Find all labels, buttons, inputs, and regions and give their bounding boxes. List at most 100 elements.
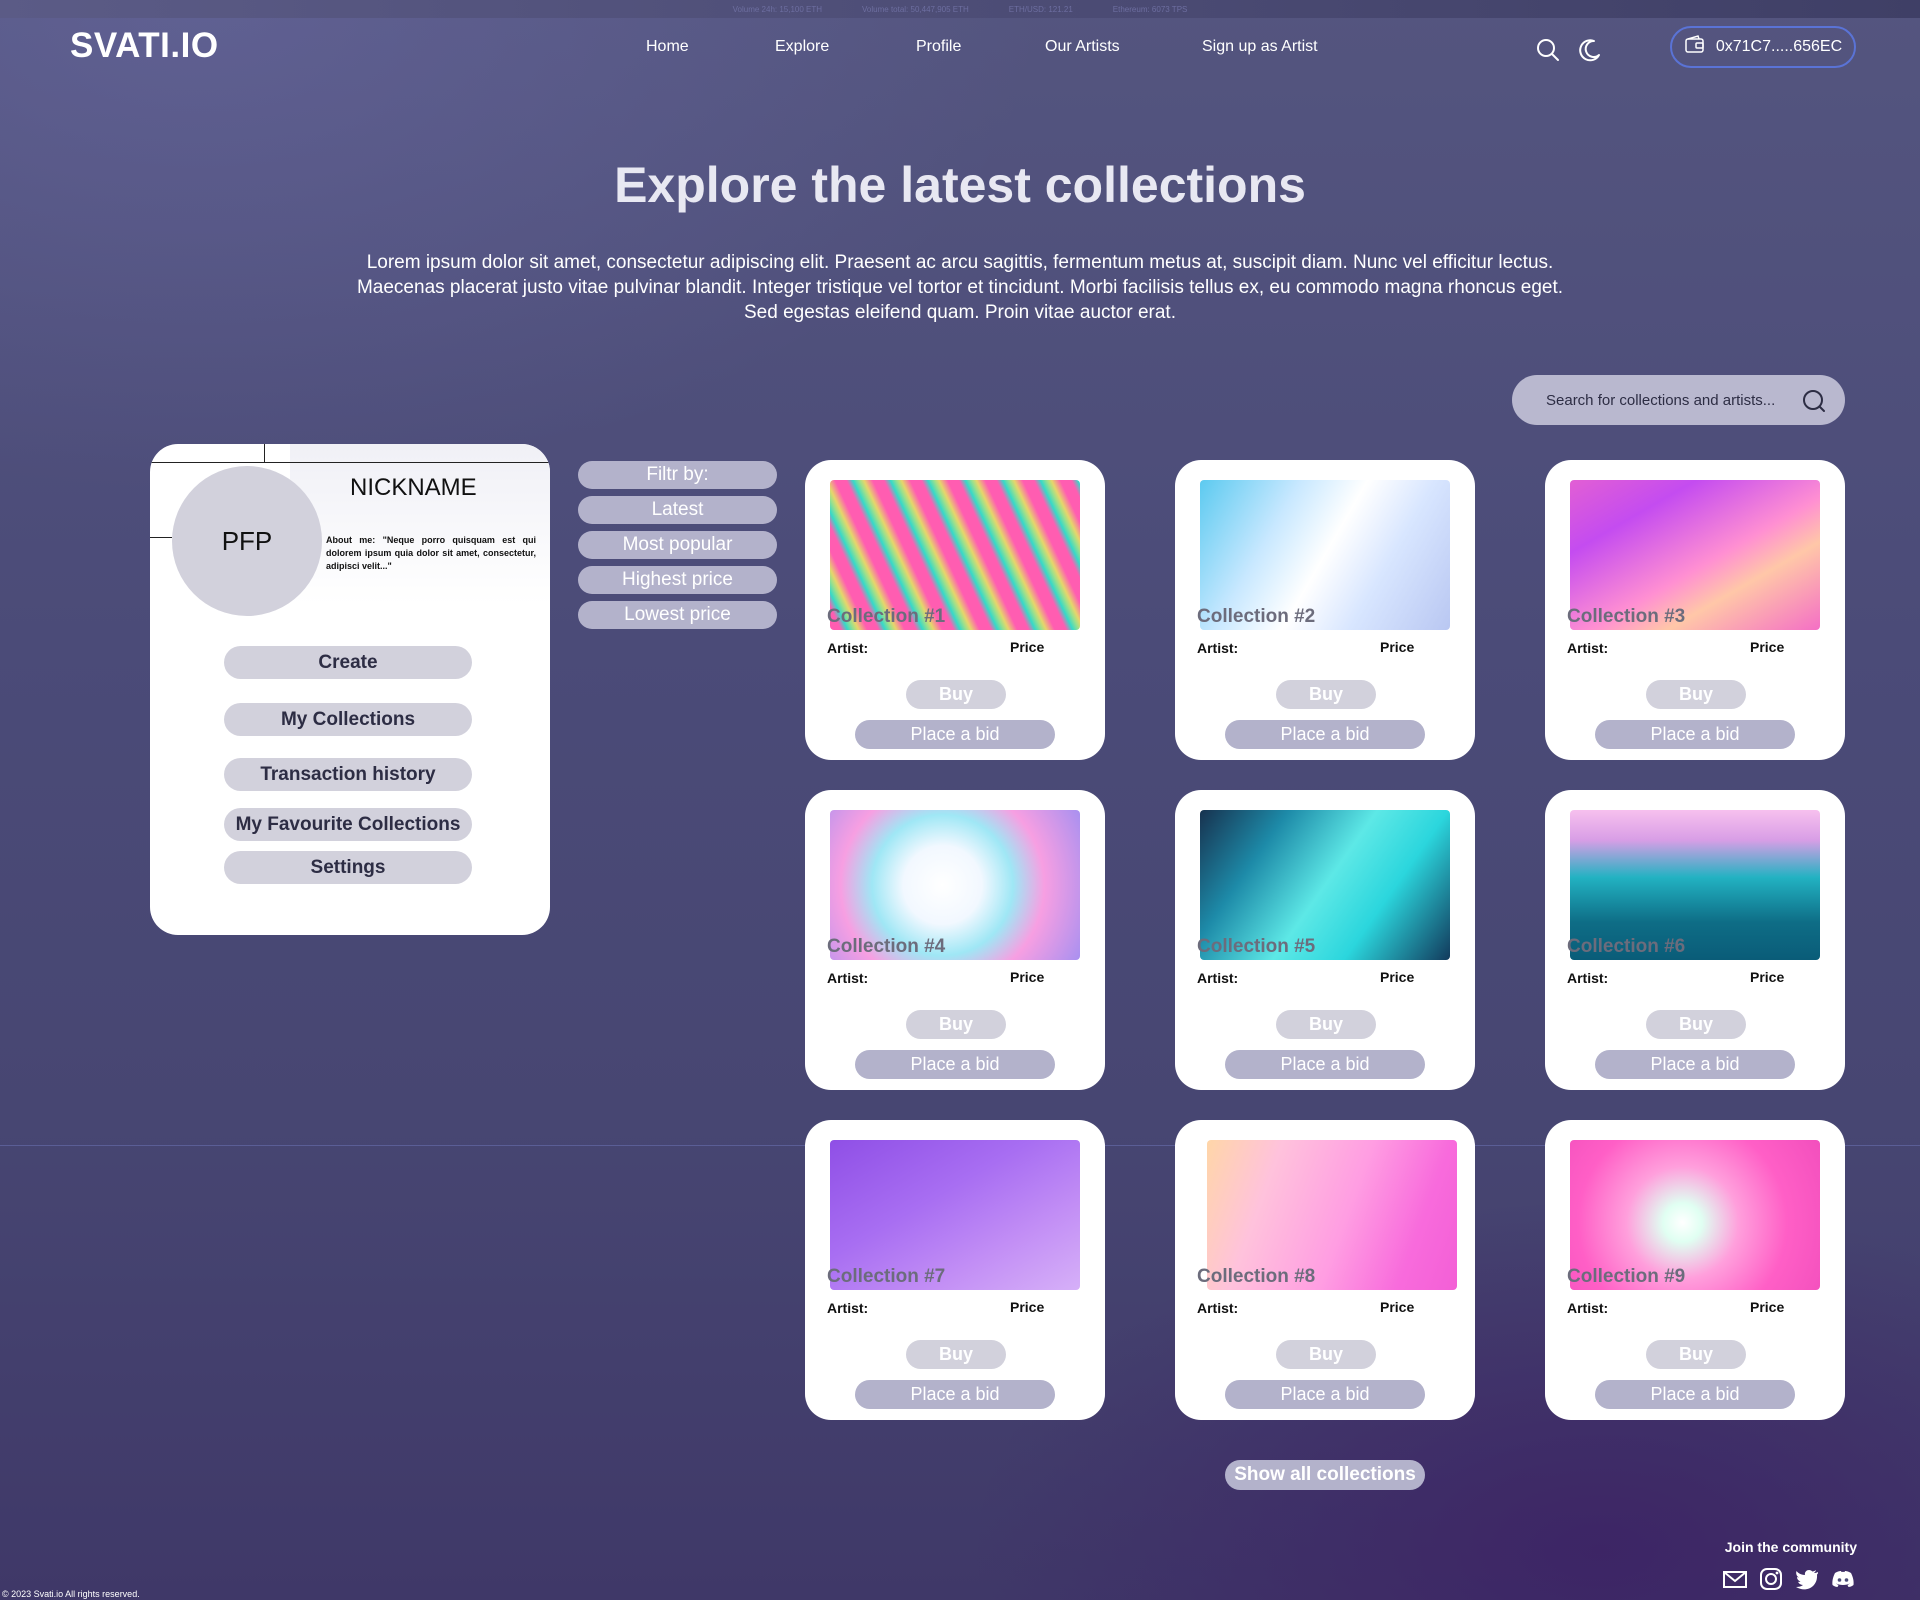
divider xyxy=(264,444,265,462)
show-all-collections-button[interactable]: Show all collections xyxy=(1225,1460,1425,1490)
profile-card: PFP NICKNAME About me: "Neque porro quis… xyxy=(150,444,550,935)
ticker-item: Ethereum: 6073 TPS xyxy=(1112,4,1188,14)
collection-artist: Artist: xyxy=(827,640,869,656)
instagram-icon[interactable] xyxy=(1758,1566,1784,1592)
collection-card[interactable]: Collection #8 Artist: Price Buy Place a … xyxy=(1175,1120,1475,1420)
search-input[interactable] xyxy=(1544,390,1798,410)
divider xyxy=(150,537,172,538)
collection-card[interactable]: Collection #5 Artist: Price Buy Place a … xyxy=(1175,790,1475,1090)
place-bid-button[interactable]: Place a bid xyxy=(1225,720,1425,749)
collection-artist: Artist: xyxy=(1197,1300,1239,1316)
search-icon[interactable] xyxy=(1801,388,1827,414)
buy-button[interactable]: Buy xyxy=(906,1010,1006,1039)
filter-most-popular[interactable]: Most popular xyxy=(578,531,777,559)
collection-name: Collection #1 xyxy=(827,606,946,627)
buy-button[interactable]: Buy xyxy=(1276,1340,1376,1369)
copyright: © 2023 Svati.io All rights reserved. xyxy=(2,1589,140,1599)
favourite-collections-button[interactable]: My Favourite Collections xyxy=(224,808,472,841)
collection-name: Collection #2 xyxy=(1197,606,1316,627)
profile-header-shading xyxy=(290,444,550,604)
collection-name: Collection #7 xyxy=(827,1266,946,1287)
filter-latest[interactable]: Latest xyxy=(578,496,777,524)
filter-lowest-price[interactable]: Lowest price xyxy=(578,601,777,629)
buy-button[interactable]: Buy xyxy=(1646,1010,1746,1039)
buy-button[interactable]: Buy xyxy=(1646,1340,1746,1369)
create-button[interactable]: Create xyxy=(224,646,472,679)
collection-card[interactable]: Collection #9 Artist: Price Buy Place a … xyxy=(1545,1120,1845,1420)
discord-icon[interactable] xyxy=(1830,1566,1856,1592)
search-bar xyxy=(1512,375,1845,425)
collection-artist: Artist: xyxy=(827,970,869,986)
collection-card[interactable]: Collection #3 Artist: Price Buy Place a … xyxy=(1545,460,1845,760)
wallet-icon xyxy=(1684,34,1706,60)
avatar[interactable]: PFP xyxy=(172,466,322,616)
collection-artist: Artist: xyxy=(1567,1300,1609,1316)
place-bid-button[interactable]: Place a bid xyxy=(855,1050,1055,1079)
buy-button[interactable]: Buy xyxy=(906,680,1006,709)
collection-name: Collection #6 xyxy=(1567,936,1686,957)
place-bid-button[interactable]: Place a bid xyxy=(1225,1380,1425,1409)
buy-button[interactable]: Buy xyxy=(1646,680,1746,709)
place-bid-button[interactable]: Place a bid xyxy=(855,720,1055,749)
filter-highest-price[interactable]: Highest price xyxy=(578,566,777,594)
site-logo[interactable]: SVATI.IO xyxy=(70,26,219,66)
my-collections-button[interactable]: My Collections xyxy=(224,703,472,736)
collection-name: Collection #3 xyxy=(1567,606,1686,627)
collection-price: Price xyxy=(1380,969,1415,985)
collection-price: Price xyxy=(1380,639,1415,655)
wallet-button[interactable]: 0x71C7.....656EC xyxy=(1670,26,1856,68)
social-links xyxy=(1722,1566,1856,1592)
place-bid-button[interactable]: Place a bid xyxy=(1225,1050,1425,1079)
community-heading: Join the community xyxy=(1724,1539,1857,1555)
profile-nickname: NICKNAME xyxy=(350,474,477,501)
intro-line: Maecenas placerat justo vitae pulvinar b… xyxy=(356,277,1564,298)
collection-card[interactable]: Collection #6 Artist: Price Buy Place a … xyxy=(1545,790,1845,1090)
divider xyxy=(150,462,550,463)
collection-card[interactable]: Collection #7 Artist: Price Buy Place a … xyxy=(805,1120,1105,1420)
place-bid-button[interactable]: Place a bid xyxy=(1595,1380,1795,1409)
collection-name: Collection #4 xyxy=(827,936,946,957)
place-bid-button[interactable]: Place a bid xyxy=(1595,1050,1795,1079)
search-icon[interactable] xyxy=(1535,37,1561,63)
page-title: Explore the latest collections xyxy=(614,156,1306,213)
collection-price: Price xyxy=(1750,969,1785,985)
mail-icon[interactable] xyxy=(1722,1566,1748,1592)
settings-button[interactable]: Settings xyxy=(224,851,472,884)
intro-line: Lorem ipsum dolor sit amet, consectetur … xyxy=(366,252,1554,273)
collection-price: Price xyxy=(1750,639,1785,655)
transaction-history-button[interactable]: Transaction history xyxy=(224,758,472,791)
ticker-item: Volume total: 50,447,905 ETH xyxy=(862,4,969,14)
collection-price: Price xyxy=(1750,1299,1785,1315)
collection-card[interactable]: Collection #4 Artist: Price Buy Place a … xyxy=(805,790,1105,1090)
ticker-item: Volume 24h: 15,100 ETH xyxy=(732,4,823,14)
ticker-item: ETH/USD: 121.21 xyxy=(1008,4,1073,14)
collection-card[interactable]: Collection #1 Artist: Price Buy Place a … xyxy=(805,460,1105,760)
buy-button[interactable]: Buy xyxy=(906,1340,1006,1369)
collection-artist: Artist: xyxy=(1197,640,1239,656)
profile-about: About me: "Neque porro quisquam est qui … xyxy=(326,535,536,571)
collection-artist: Artist: xyxy=(1567,640,1609,656)
nav-profile[interactable]: Profile xyxy=(916,38,961,56)
collection-name: Collection #5 xyxy=(1197,936,1316,957)
nav-our-artists[interactable]: Our Artists xyxy=(1045,38,1120,56)
market-ticker: Volume 24h: 15,100 ETH Volume total: 50,… xyxy=(0,0,1920,18)
collection-name: Collection #9 xyxy=(1567,1266,1686,1287)
collection-name: Collection #8 xyxy=(1197,1266,1316,1287)
collection-price: Price xyxy=(1380,1299,1415,1315)
place-bid-button[interactable]: Place a bid xyxy=(1595,720,1795,749)
nav-sign-up-artist[interactable]: Sign up as Artist xyxy=(1202,38,1318,56)
place-bid-button[interactable]: Place a bid xyxy=(855,1380,1055,1409)
buy-button[interactable]: Buy xyxy=(1276,1010,1376,1039)
collection-price: Price xyxy=(1010,639,1045,655)
collection-artist: Artist: xyxy=(1197,970,1239,986)
intro-text: Lorem ipsum dolor sit amet, consectetur … xyxy=(300,250,1620,325)
moon-icon[interactable] xyxy=(1577,37,1603,63)
twitter-icon[interactable] xyxy=(1794,1566,1820,1592)
wallet-address: 0x71C7.....656EC xyxy=(1715,38,1843,55)
nav-explore[interactable]: Explore xyxy=(775,38,829,56)
buy-button[interactable]: Buy xyxy=(1276,680,1376,709)
intro-line: Sed egestas eleifend quam. Proin vitae a… xyxy=(744,302,1176,323)
nav-home[interactable]: Home xyxy=(646,38,689,56)
collection-card[interactable]: Collection #2 Artist: Price Buy Place a … xyxy=(1175,460,1475,760)
collection-artist: Artist: xyxy=(827,1300,869,1316)
